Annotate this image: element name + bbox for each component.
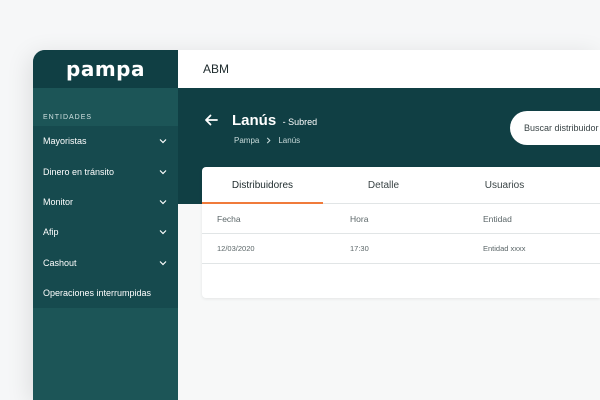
sidebar-item-mayoristas[interactable]: Mayoristas [33,126,178,156]
chevron-down-icon [159,200,167,205]
chevron-down-icon [159,139,167,144]
entity-title: Lanús - Subred [232,112,317,130]
sidebar-item-monitor[interactable]: Monitor [33,187,178,217]
breadcrumb-item-lanus: Lanús [278,136,301,145]
chevron-down-icon [159,230,167,235]
entity-subtitle: - Subred [282,117,318,127]
breadcrumb: Pampa Lanús [234,136,300,145]
data-table: Fecha Hora Entidad 12/03/2020 17:30 Enti… [202,204,600,264]
sidebar-item-operaciones-interrumpidas[interactable]: Operaciones interrumpidas [33,278,178,308]
column-header-entidad[interactable]: Entidad [468,214,600,224]
sidebar-item-label: Monitor [43,196,74,207]
search-placeholder: Buscar distribuidor [524,123,599,133]
entity-name: Lanús [232,112,277,129]
logo[interactable]: pampa [33,50,178,88]
table-row[interactable]: 12/03/2020 17:30 Entidad xxxx [202,234,600,264]
sidebar-item-label: Cashout [43,257,77,268]
tab-usuarios[interactable]: Usuarios [444,167,565,203]
page-title: ABM [203,62,230,76]
tab-distribuidores[interactable]: Distribuidores [202,167,323,204]
sidebar: pampa ENTIDADES Mayoristas Dinero en trá… [33,50,178,400]
content-card: Distribuidores Detalle Usuarios Fecha Ho… [202,167,600,298]
search-input[interactable]: Buscar distribuidor [510,111,600,145]
cell-fecha: 12/03/2020 [217,244,255,253]
breadcrumb-item-pampa[interactable]: Pampa [234,136,259,145]
chevron-right-icon [267,137,271,144]
sidebar-item-afip[interactable]: Afip [33,217,178,247]
cell-entidad: Entidad xxxx [483,244,526,253]
topbar: ABM [178,50,600,88]
sidebar-menu: Mayoristas Dinero en tránsito Monitor Af… [33,126,178,309]
tab-bar: Distribuidores Detalle Usuarios [202,167,600,204]
table-header-row: Fecha Hora Entidad [202,204,600,234]
sidebar-item-label: Afip [43,227,59,238]
sidebar-item-label: Dinero en tránsito [43,166,115,177]
sidebar-section-title: ENTIDADES [43,114,93,121]
chevron-down-icon [159,169,167,174]
sidebar-item-label: Mayoristas [43,136,87,147]
back-arrow-icon[interactable] [203,112,219,128]
app-window: pampa ENTIDADES Mayoristas Dinero en trá… [33,50,600,400]
cell-hora: 17:30 [350,244,369,253]
sidebar-item-cashout[interactable]: Cashout [33,248,178,278]
column-header-hora[interactable]: Hora [335,214,468,224]
sidebar-item-dinero-en-transito[interactable]: Dinero en tránsito [33,156,178,186]
chevron-down-icon [159,260,167,266]
column-header-fecha[interactable]: Fecha [202,214,335,224]
sidebar-item-label: Operaciones interrumpidas [43,288,152,299]
tab-detalle[interactable]: Detalle [323,167,444,203]
